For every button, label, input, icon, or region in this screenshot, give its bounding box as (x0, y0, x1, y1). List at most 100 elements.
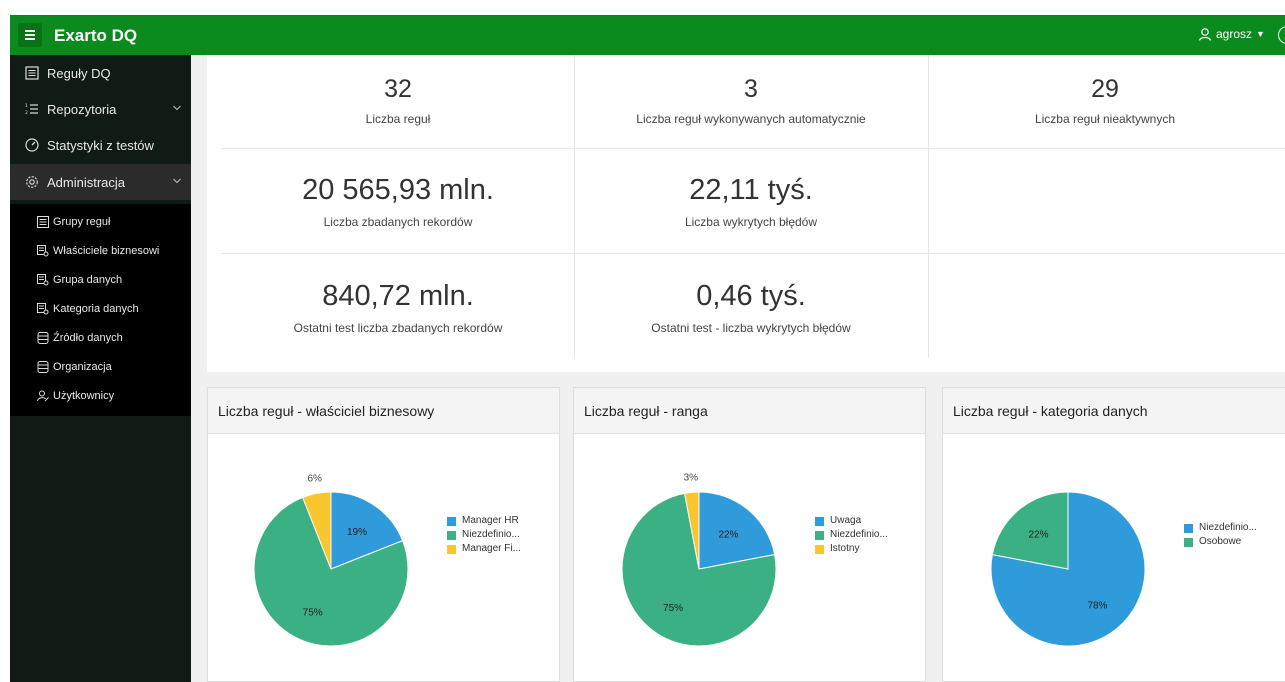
stat-last-records: 840,72 mln. Ostatni test liczba zbadanyc… (221, 280, 575, 335)
stat-auto-rules: 3 Liczba reguł wykonywanych automatyczni… (574, 75, 928, 126)
sidebar-item-label: Repozytoria (47, 102, 117, 117)
legend-swatch (1184, 538, 1193, 547)
stat-value: 840,72 mln. (322, 280, 474, 312)
stats-panel: 32 Liczba reguł 3 Liczba reguł wykonywan… (207, 55, 1285, 372)
user-name: agrosz (1216, 27, 1253, 41)
hamburger-menu-button[interactable] (18, 23, 42, 47)
legend-label: Istotny (830, 543, 860, 554)
pie-slice-label: 75% (303, 607, 323, 618)
chart-title: Liczba reguł - ranga (574, 388, 925, 434)
stat-errors: 22,11 tyś. Liczba wykrytych błędów (574, 174, 928, 229)
legend-label: Niezdefinio... (830, 529, 888, 540)
stat-value: 32 (384, 75, 412, 103)
legend-label: Uwaga (830, 515, 862, 526)
legend-label: Niezdefinio... (1199, 522, 1257, 533)
sidebar-item-repositories[interactable]: 12 Repozytoria (10, 91, 191, 127)
legend-swatch (1184, 524, 1193, 533)
legend-label: Osobowe (1199, 536, 1242, 547)
user-menu[interactable]: agrosz ▼ (1198, 27, 1265, 41)
stat-label: Ostatni test - liczba wykrytych błędów (651, 321, 851, 335)
stat-value: 3 (744, 75, 758, 103)
legend-swatch (815, 531, 824, 540)
help-icon[interactable] (1278, 26, 1285, 44)
sidebar-subitem-label: Kategoria danych (53, 303, 139, 315)
chevron-down-icon (173, 178, 181, 184)
pie-chart-data-category: 78% 22% (990, 491, 1146, 647)
pie-chart-rank: 22% 75% 3% (621, 472, 777, 647)
pie-slice-label: 22% (1029, 529, 1049, 540)
svg-text:1: 1 (25, 103, 28, 109)
stat-inactive-rules: 29 Liczba reguł nieaktywnych (928, 75, 1282, 126)
caret-down-icon: ▼ (1256, 29, 1265, 39)
pie-chart-business-owner: 19% 75% 6% (253, 474, 409, 647)
sidebar-item-administration[interactable]: Administracja (10, 164, 191, 200)
sidebar-subitem-data-category[interactable]: Kategoria danych (10, 295, 191, 324)
list-icon (25, 66, 39, 80)
sidebar-subitem-label: Organizacja (53, 361, 112, 373)
stat-label: Ostatni test liczba zbadanych rekordów (293, 321, 503, 335)
pie-slice-label: 19% (347, 527, 367, 538)
sidebar-item-label: Administracja (47, 175, 126, 190)
legend-label: Niezdefinio... (462, 529, 520, 540)
pie-slice-label: 78% (1087, 601, 1107, 612)
svg-text:2: 2 (25, 110, 28, 116)
legend-swatch (815, 545, 824, 554)
table-search-icon (37, 303, 49, 315)
gear-icon (26, 176, 38, 188)
sidebar-subitem-label: Użytkownicy (53, 390, 115, 402)
numbered-list-icon: 12 (25, 103, 38, 116)
stat-label: Liczba wykrytych błędów (684, 215, 818, 229)
sidebar-subitem-label: Grupy reguł (53, 216, 111, 228)
stat-value: 0,46 tyś. (696, 280, 806, 312)
sidebar-subitem-data-group[interactable]: Grupa danych (10, 266, 191, 295)
sidebar-item-label: Statystyki z testów (47, 138, 154, 153)
sidebar-item-label: Reguły DQ (47, 66, 111, 81)
sidebar-subitem-label: Grupa danych (53, 274, 123, 286)
legend-label: Manager HR (462, 515, 519, 526)
sidebar-subitem-business-owners[interactable]: Właściciele biznesowi (10, 237, 191, 266)
stat-value: 20 565,93 mln. (302, 174, 494, 206)
stat-records: 20 565,93 mln. Liczba zbadanych rekordów (221, 174, 575, 229)
top-bar: Exarto DQ agrosz ▼ (10, 15, 1285, 55)
stat-label: Liczba zbadanych rekordów (323, 215, 473, 229)
app-title[interactable]: Exarto DQ (54, 26, 137, 46)
sidebar: Reguły DQ 12 Repozytoria Statystyki z te… (10, 55, 191, 682)
stat-rules-count: 32 Liczba reguł (221, 75, 575, 126)
stat-label: Liczba reguł (365, 112, 431, 126)
sidebar-subitem-label: Właściciele biznesowi (53, 245, 160, 257)
stat-label: Liczba reguł nieaktywnych (1034, 112, 1176, 126)
sidebar-subitem-data-source[interactable]: Źródło danych (10, 324, 191, 353)
stat-value: 29 (1091, 75, 1119, 103)
legend-swatch (447, 531, 456, 540)
chart-title: Liczba reguł - właściciel biznesowy (208, 388, 559, 434)
legend-swatch (447, 517, 456, 526)
stat-value: 22,11 tyś. (689, 174, 813, 206)
divider (221, 253, 1285, 254)
legend-swatch (447, 545, 456, 554)
chart-title: Liczba reguł - kategoria danych (943, 388, 1285, 434)
sidebar-subitem-label: Źródło danych (53, 332, 123, 344)
legend-label: Manager Fi... (462, 543, 521, 554)
sidebar-subitem-rule-groups[interactable]: Grupy reguł (10, 208, 191, 237)
chevron-down-icon (173, 105, 181, 111)
database-icon (37, 332, 49, 344)
database-icon (37, 361, 49, 373)
divider (221, 148, 1285, 149)
stat-last-errors: 0,46 tyś. Ostatni test - liczba wykrytyc… (574, 280, 928, 335)
chart-card-business-owner: Liczba reguł - właściciel biznesowy 19% 7… (207, 387, 560, 682)
user-key-icon (37, 390, 49, 402)
pie-slice-label: 75% (663, 603, 683, 614)
chart-card-data-category: Liczba reguł - kategoria danych 78% 22% N… (942, 387, 1285, 682)
administration-submenu: Grupy reguł Właściciele biznesowi Grupa … (10, 204, 191, 416)
legend-swatch (815, 517, 824, 526)
sidebar-item-rules[interactable]: Reguły DQ (10, 55, 191, 91)
pie-slice-label: 3% (684, 472, 699, 483)
sidebar-subitem-users[interactable]: Użytkownicy (10, 382, 191, 411)
gauge-icon (25, 138, 39, 152)
pie-slice-label: 6% (307, 474, 322, 485)
table-search-icon (37, 274, 49, 286)
chart-card-rank: Liczba reguł - ranga 22% 75% 3% Uwaga Niezd… (573, 387, 926, 682)
sidebar-item-test-stats[interactable]: Statystyki z testów (10, 127, 191, 163)
app-frame: Exarto DQ agrosz ▼ Reguły DQ 12 Repozyto… (10, 15, 1285, 682)
sidebar-subitem-organization[interactable]: Organizacja (10, 353, 191, 382)
